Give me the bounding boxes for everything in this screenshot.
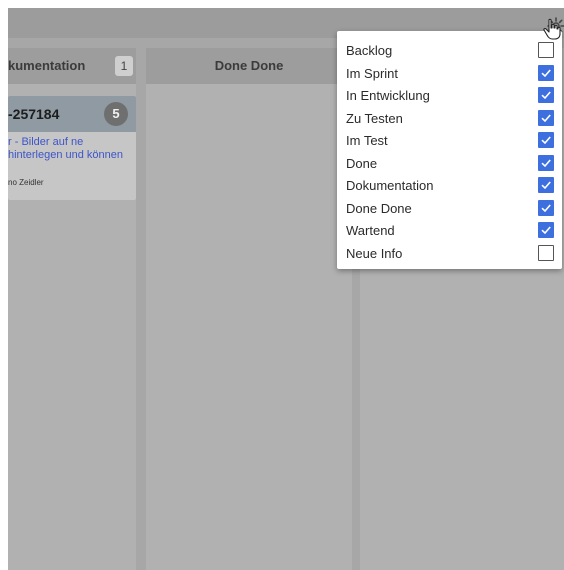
checkmark-icon — [541, 91, 551, 100]
checkmark-icon — [541, 68, 551, 77]
visibility-checkbox[interactable] — [538, 154, 554, 171]
menu-item[interactable]: Dokumentation — [337, 174, 562, 196]
card-owner: no Zeidler — [8, 178, 44, 187]
column-visibility-menu: Backlog Im Sprint In Entwicklung Zu Testen I… — [337, 31, 562, 269]
menu-item-label: Wartend — [346, 223, 395, 238]
column-done-done: Done Done — [146, 48, 352, 570]
checkmark-icon — [541, 203, 551, 212]
column-count-badge: 1 — [115, 56, 133, 76]
checkmark-icon — [541, 113, 551, 122]
checkmark-icon — [541, 136, 551, 145]
menu-item[interactable]: Zu Testen — [337, 107, 562, 129]
menu-item-label: Neue Info — [346, 245, 403, 261]
menu-item-label: Done — [346, 155, 378, 171]
menu-item-label: Zu Testen — [346, 110, 403, 126]
menu-item[interactable]: Im Test — [337, 129, 562, 151]
menu-item-label: Im Sprint — [346, 65, 399, 81]
menu-item-label: Dokumentation — [346, 178, 434, 193]
visibility-checkbox[interactable] — [538, 244, 554, 261]
card-points-badge: 5 — [104, 102, 128, 126]
visibility-checkbox[interactable] — [538, 177, 554, 193]
card-title-link[interactable]: r - Bilder auf ne hinterlegen und können — [8, 136, 133, 162]
visibility-checkbox[interactable] — [538, 132, 554, 148]
column-title: Done Done — [214, 58, 284, 73]
menu-item[interactable]: Backlog — [337, 39, 562, 61]
visibility-checkbox[interactable] — [538, 42, 554, 58]
checkmark-icon — [541, 158, 551, 167]
visibility-checkbox[interactable] — [538, 222, 554, 238]
visibility-checkbox[interactable] — [538, 87, 554, 103]
menu-item[interactable]: Neue Info — [337, 242, 562, 264]
checkmark-icon — [541, 226, 551, 235]
column-header: kumentation 1 — [8, 48, 136, 84]
menu-item-label: Done Done — [346, 200, 412, 216]
column-header: Done Done — [146, 48, 352, 84]
checkmark-icon — [541, 181, 551, 190]
column-dokumentation: kumentation 1 -257184 5 r - Bilder auf n… — [8, 48, 136, 570]
card-header: -257184 5 — [8, 96, 136, 132]
menu-item-label: Im Test — [346, 133, 388, 148]
menu-item[interactable]: Im Sprint — [337, 62, 562, 84]
menu-item-label: Backlog — [346, 43, 393, 58]
visibility-checkbox[interactable] — [538, 109, 554, 126]
menu-item[interactable]: Done — [337, 152, 562, 174]
visibility-checkbox[interactable] — [538, 64, 554, 81]
menu-item[interactable]: Wartend — [337, 219, 562, 241]
menu-item-label: In Entwicklung — [346, 88, 430, 103]
menu-item[interactable]: In Entwicklung — [337, 84, 562, 106]
card-id: -257184 — [8, 106, 60, 122]
menu-item[interactable]: Done Done — [337, 197, 562, 219]
visibility-checkbox[interactable] — [538, 199, 554, 216]
task-card[interactable]: -257184 5 r - Bilder auf ne hinterlegen … — [8, 96, 136, 200]
